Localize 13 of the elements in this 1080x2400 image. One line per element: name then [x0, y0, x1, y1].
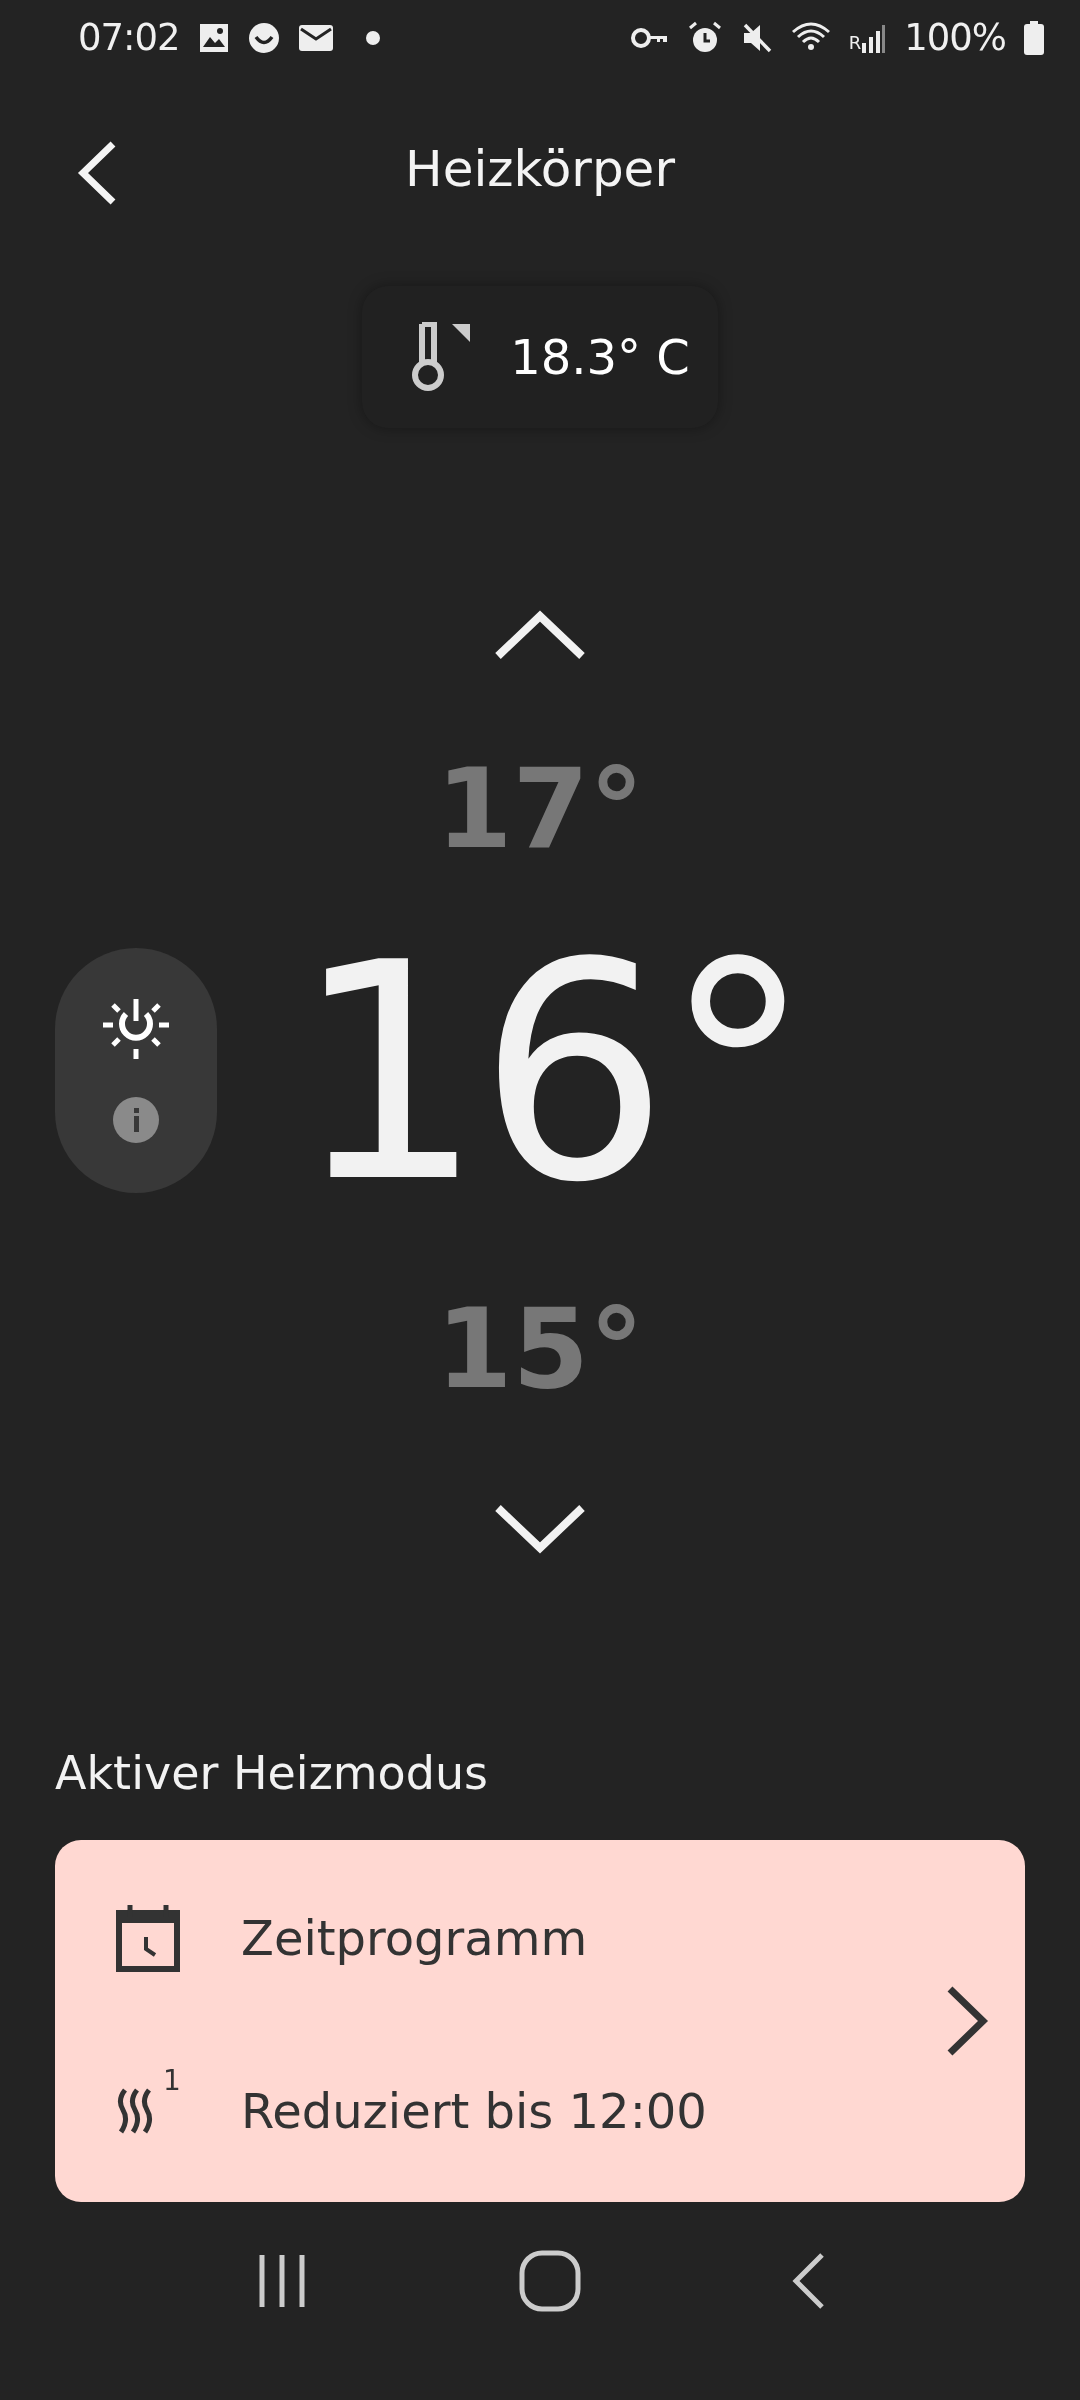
mode-name: Zeitprogramm — [241, 1909, 588, 1966]
battery-percent: 100% — [904, 16, 1006, 60]
section-title: Aktiver Heizmodus — [55, 1745, 490, 1800]
previous-temperature: 15° — [435, 1293, 645, 1404]
level-number: 1 — [163, 2063, 181, 2097]
mode-status: Reduziert bis 12:00 — [241, 2082, 707, 2139]
heating-mode-card[interactable]: Zeitprogramm 1 Reduziert bis 12:00 — [55, 1839, 1025, 2202]
status-time: 07:02 — [78, 16, 180, 60]
set-temperature: 16° — [293, 923, 807, 1224]
next-temperature: 17° — [435, 753, 645, 864]
room-temperature: 18.3° C — [510, 328, 690, 385]
screen-title: Heizkörper — [405, 140, 675, 199]
roaming-label: R — [848, 31, 861, 53]
